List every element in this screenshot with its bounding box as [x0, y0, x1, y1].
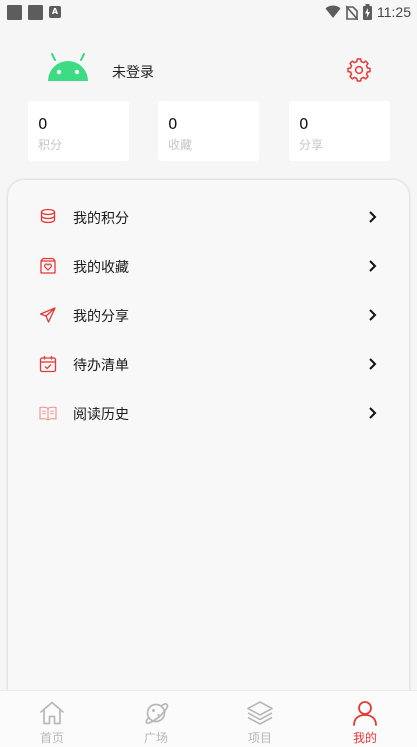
nav-tab-label: 首页: [39, 731, 64, 745]
stat-label: 分享: [299, 138, 324, 152]
android-icon[interactable]: [46, 53, 90, 83]
menu-item-favorites[interactable]: 我的收藏: [8, 241, 409, 290]
status-bar: A 11:25: [0, 0, 417, 24]
notification-a-glyph: A: [51, 7, 59, 16]
menu-item-history[interactable]: 阅读历史: [8, 388, 409, 437]
bottom-nav: 首页 广场 项目 我的: [0, 690, 417, 747]
coins-stack-icon: [40, 208, 56, 224]
notification-icon: [28, 4, 43, 20]
nav-tab-label: 我的: [352, 731, 377, 745]
stat-value: 0: [299, 115, 309, 133]
chevron-right-icon: [369, 358, 377, 370]
stat-card-shares[interactable]: 0 分享: [289, 101, 390, 161]
notification-a-icon: A: [49, 6, 61, 18]
stat-label: 积分: [38, 138, 63, 152]
menu-item-label: 我的收藏: [73, 260, 129, 276]
chevron-right-icon: [369, 407, 377, 419]
chevron-right-icon: [369, 309, 377, 321]
menu-item-label: 我的分享: [73, 309, 129, 325]
menu-item-todo[interactable]: 待办清单: [8, 339, 409, 388]
login-status-text[interactable]: 未登录: [112, 62, 154, 82]
menu-item-shares[interactable]: 我的分享: [8, 290, 409, 339]
menu-item-label: 我的积分: [73, 211, 129, 227]
planet-icon: [145, 703, 169, 724]
gear-icon[interactable]: [347, 58, 371, 82]
menu-item-label: 阅读历史: [73, 407, 129, 423]
person-icon: [353, 701, 377, 726]
stat-label: 收藏: [168, 138, 193, 152]
profile-header: 未登录: [0, 48, 417, 92]
menu-item-points[interactable]: 我的积分: [8, 192, 409, 241]
nav-tab-square[interactable]: 广场: [104, 691, 208, 747]
nav-tab-mine[interactable]: 我的: [313, 691, 417, 747]
calendar-check-icon: [39, 356, 57, 373]
nav-tab-home[interactable]: 首页: [0, 691, 104, 747]
chevron-right-icon: [369, 211, 377, 223]
stat-value: 0: [38, 115, 48, 133]
menu-panel: 我的积分 我的收藏 我的分享 待办清单 阅读历史: [8, 180, 409, 710]
paper-plane-icon: [39, 307, 56, 323]
nav-tab-projects[interactable]: 项目: [208, 691, 312, 747]
status-bar-system: 11:25: [325, 4, 411, 20]
stat-card-points[interactable]: 0 积分: [28, 101, 129, 161]
nav-tab-label: 广场: [143, 731, 168, 745]
layers-icon: [247, 701, 273, 725]
stats-row: 0 积分 0 收藏 0 分享: [28, 101, 390, 161]
menu-item-label: 待办清单: [73, 358, 129, 374]
open-book-icon: [39, 406, 57, 421]
battery-charging-icon: [363, 4, 372, 20]
status-bar-notifications: A: [7, 4, 61, 20]
stat-card-favorites[interactable]: 0 收藏: [158, 101, 259, 161]
wifi-icon: [325, 5, 341, 18]
favorite-box-icon: [40, 257, 56, 274]
status-time: 11:25: [377, 4, 411, 20]
notification-icon: [7, 4, 22, 20]
chevron-right-icon: [369, 260, 377, 272]
stat-value: 0: [168, 115, 178, 133]
home-icon: [40, 701, 64, 725]
nav-tab-label: 项目: [247, 731, 272, 745]
no-sim-icon: [346, 4, 358, 20]
